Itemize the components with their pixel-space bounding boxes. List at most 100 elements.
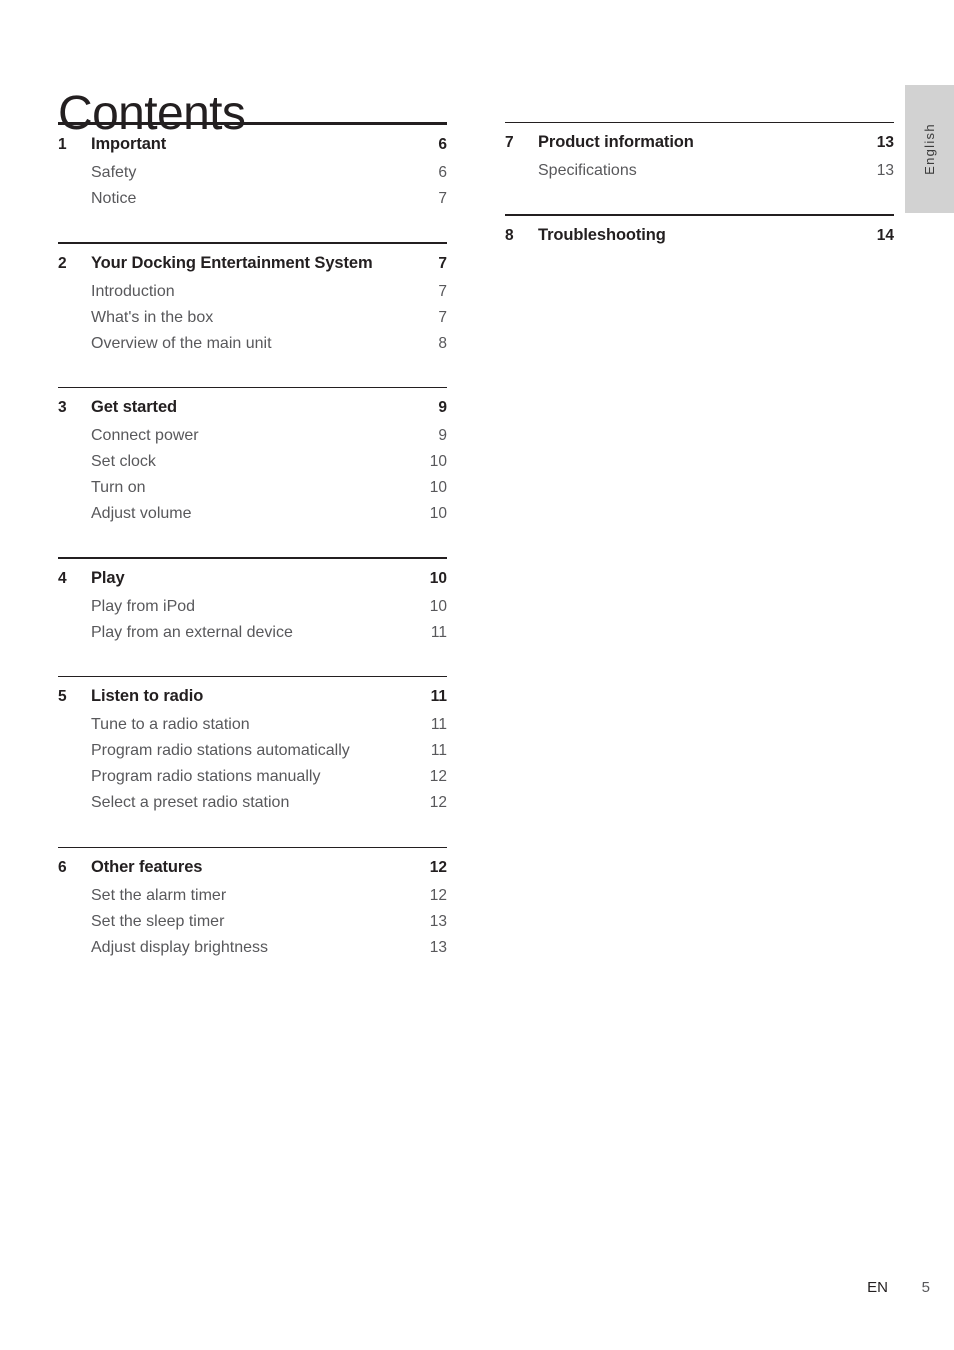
toc-subentry-title: Adjust display brightness [91, 939, 268, 956]
toc-entry-heading[interactable]: 5 Listen to radio 11 [58, 685, 447, 709]
toc-section: 4 Play 10 Play from iPod 10 Play from an exte… [58, 557, 447, 645]
toc-entry-page: 10 [429, 569, 447, 587]
toc-subentry[interactable]: Set the alarm timer 12 [58, 883, 447, 909]
toc-subentry-title: Notice [91, 190, 137, 208]
toc-subentry[interactable]: Program radio stations automatically 11 [58, 738, 447, 764]
section-rule [58, 122, 447, 126]
toc-subentry-page: 10 [429, 453, 447, 471]
toc-subentry-page: 10 [429, 597, 447, 615]
toc-subentry-page: 13 [429, 939, 447, 956]
toc-subentry[interactable]: Program radio stations manually 12 [58, 764, 447, 790]
page-footer: EN 5 [0, 1279, 954, 1301]
toc-subentry[interactable]: Specifications 13 [505, 158, 894, 184]
toc-subentry-title: Play from iPod [91, 597, 196, 615]
section-rule [58, 386, 447, 389]
section-rule [58, 242, 447, 244]
toc-entry-number: 6 [58, 858, 67, 876]
toc-entry-heading[interactable]: 7 Product information 13 [505, 131, 894, 155]
section-rule [505, 122, 894, 124]
toc-subentry-page: 6 [438, 164, 447, 182]
toc-entry-number: 8 [505, 226, 514, 244]
toc-subentry-page: 7 [438, 190, 447, 208]
toc-entry-title: Product information [538, 133, 694, 152]
toc-entry-title: Other features [91, 857, 203, 876]
toc-section: 1 Important 6 Safety 6 Notice 7 [58, 122, 447, 212]
toc-subentry-page: 11 [430, 716, 447, 734]
toc-entry-heading[interactable]: 6 Other features 12 [58, 856, 447, 880]
toc-section: 6 Other features 12 Set the alarm timer 12 Se… [58, 846, 447, 962]
language-tab: English [905, 85, 954, 213]
toc-subentry-title: Connect power [91, 427, 199, 445]
toc-subentry-title: Set the alarm timer [91, 886, 227, 904]
toc-subentry-page: 12 [429, 768, 447, 786]
toc-subentry-title: Adjust volume [91, 505, 192, 523]
toc-subentry-page: 10 [429, 479, 447, 497]
toc-subentry-title: Program radio stations automatically [91, 742, 350, 760]
toc-entry-heading[interactable]: 1 Important 6 [58, 133, 447, 157]
language-tab-label: English [922, 123, 937, 175]
toc-subentry[interactable]: Adjust display brightness 13 [58, 935, 447, 961]
toc-subentry-title: Overview of the main unit [91, 334, 272, 352]
toc-subentry[interactable]: What's in the box 7 [58, 305, 447, 331]
toc-subentry-page: 10 [429, 505, 447, 523]
toc-subentry[interactable]: Set clock 10 [58, 449, 447, 475]
toc-section: 5 Listen to radio 11 Tune to a radio statio… [58, 675, 447, 817]
toc-subentry-page: 7 [438, 308, 447, 326]
toc-entry-page: 7 [438, 254, 447, 272]
toc-subentry[interactable]: Notice 7 [58, 186, 447, 212]
toc-entry-title: Troubleshooting [538, 225, 666, 244]
toc-subentry-title: Set clock [91, 453, 156, 471]
toc-subentry[interactable]: Tune to a radio station 11 [58, 712, 447, 738]
toc-subentry[interactable]: Adjust volume 10 [58, 501, 447, 527]
toc-subentry-title: Select a preset radio station [91, 794, 290, 812]
toc-subentry[interactable]: Play from iPod 10 [58, 594, 447, 620]
toc-subentry-title: Set the sleep timer [91, 912, 225, 930]
toc-entry-number: 5 [58, 688, 67, 706]
toc-subentry-page: 13 [876, 162, 894, 180]
toc-entry-title: Important [91, 135, 167, 154]
toc-subentry-page: 11 [430, 742, 447, 760]
toc-entry-heading[interactable]: 8 Troubleshooting 14 [505, 224, 894, 248]
toc-section: 3 Get started 9 Connect power 9 Set clock 10 Tu… [58, 386, 447, 528]
toc-subentry-title: Tune to a radio station [91, 716, 250, 734]
footer-language-code: EN [867, 1279, 888, 1296]
toc-section: 8 Troubleshooting 14 [505, 214, 894, 247]
section-rule [58, 846, 447, 848]
toc-section: 7 Product information 13 Specifications 13 [505, 122, 894, 184]
toc-entry-number: 1 [58, 136, 67, 154]
toc-entry-page: 14 [876, 226, 894, 244]
toc-entry-page: 9 [438, 399, 447, 417]
toc-entry-heading[interactable]: 3 Get started 9 [58, 396, 447, 420]
toc-subentry[interactable]: Safety 6 [58, 160, 447, 186]
toc-entry-page: 6 [438, 136, 447, 154]
toc-subentry-title: Play from an external device [91, 623, 293, 641]
toc-subentry-page: 11 [430, 623, 447, 641]
toc-subentry-title: Introduction [91, 282, 175, 300]
toc-entry-page: 13 [876, 134, 894, 152]
section-rule [505, 214, 894, 216]
toc-entry-title: Your Docking Entertainment System [91, 253, 373, 272]
toc-subentry[interactable]: Set the sleep timer 13 [58, 909, 447, 935]
toc-subentry[interactable]: Select a preset radio station 12 [58, 790, 447, 816]
toc-entry-number: 3 [58, 399, 67, 417]
toc-entry-number: 4 [58, 569, 67, 587]
toc-subentry[interactable]: Turn on 10 [58, 475, 447, 501]
toc-subentry[interactable]: Play from an external device 11 [58, 620, 447, 646]
toc-subentry[interactable]: Connect power 9 [58, 423, 447, 449]
toc-subentry-page: 7 [438, 282, 447, 300]
toc-entry-title: Listen to radio [91, 687, 204, 706]
toc-column-left: 1 Important 6 Safety 6 Notice 7 2 Your Docking E… [58, 122, 447, 961]
toc-entry-heading[interactable]: 4 Play 10 [58, 567, 447, 591]
toc-entry-page: 11 [430, 688, 447, 706]
toc-subentry-title: Safety [91, 164, 137, 182]
toc-entry-heading[interactable]: 2 Your Docking Entertainment System 7 [58, 252, 447, 276]
toc-subentry[interactable]: Overview of the main unit 8 [58, 331, 447, 357]
footer-page-number: 5 [921, 1279, 930, 1296]
toc-subentry-page: 9 [438, 427, 447, 445]
toc-subentry-page: 8 [438, 334, 447, 352]
toc-entry-number: 2 [58, 254, 67, 272]
toc-subentry-title: Turn on [91, 479, 146, 497]
toc-subentry[interactable]: Introduction 7 [58, 279, 447, 305]
toc-column-right: 7 Product information 13 Specifications 13 8 T… [505, 122, 894, 251]
section-rule [58, 557, 447, 559]
